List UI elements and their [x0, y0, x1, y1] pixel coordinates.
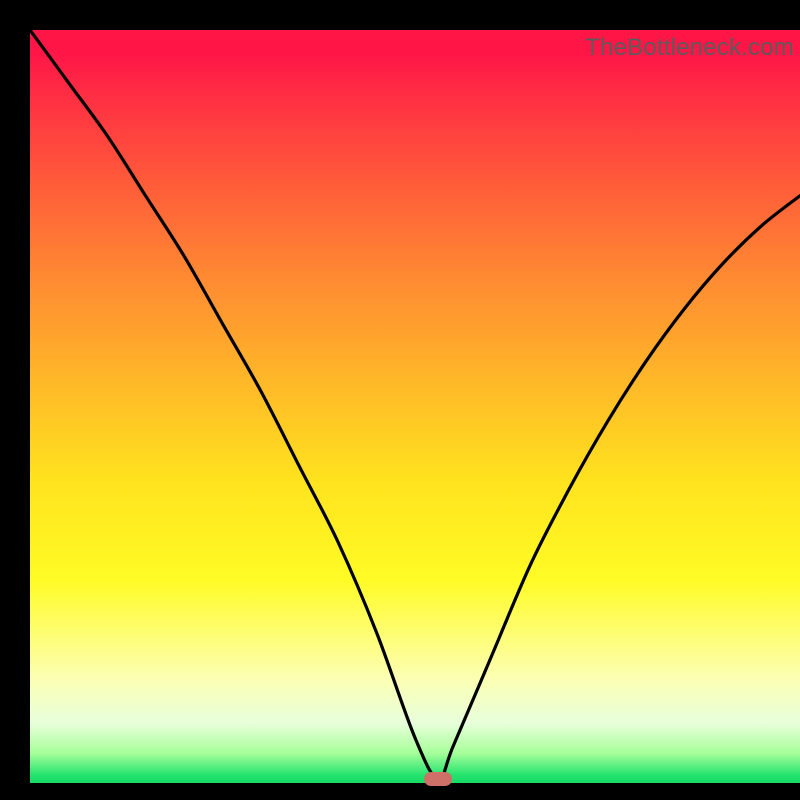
- watermark-text: TheBottleneck.com: [585, 34, 794, 62]
- chart-plot-area: TheBottleneck.com: [30, 30, 800, 783]
- bottleneck-curve: [30, 30, 800, 783]
- chart-frame: TheBottleneck.com: [0, 0, 800, 800]
- min-marker: [424, 772, 452, 786]
